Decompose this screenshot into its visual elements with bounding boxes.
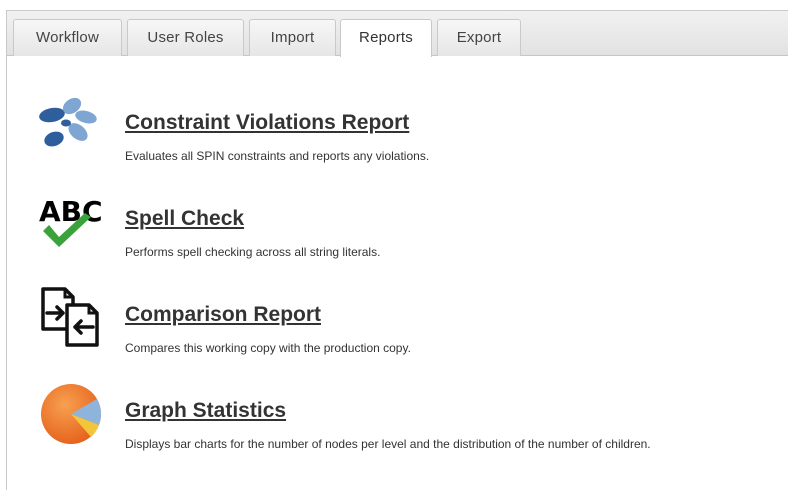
tab-workflow[interactable]: Workflow	[13, 19, 122, 56]
spell-check-description: Performs spell checking across all strin…	[125, 245, 381, 259]
tab-import[interactable]: Import	[249, 19, 336, 56]
compare-documents-icon[interactable]	[35, 283, 105, 349]
spell-check-link[interactable]: Spell Check	[125, 207, 244, 231]
constraint-violations-description: Evaluates all SPIN constraints and repor…	[125, 149, 430, 163]
tab-reports[interactable]: Reports	[340, 19, 432, 57]
constraint-violations-report-link[interactable]: Constraint Violations Report	[125, 111, 409, 135]
tab-bar: Workflow User Roles Import Reports Expor…	[7, 11, 788, 57]
graph-statistics-description: Displays bar charts for the number of no…	[125, 437, 651, 451]
comparison-report-link[interactable]: Comparison Report	[125, 303, 321, 327]
tab-export[interactable]: Export	[437, 19, 521, 56]
graph-statistics-link[interactable]: Graph Statistics	[125, 399, 286, 423]
pie-chart-icon[interactable]	[35, 381, 105, 447]
comparison-report-description: Compares this working copy with the prod…	[125, 341, 411, 355]
abc-icon-text: ABC	[39, 195, 103, 228]
spin-logo-icon[interactable]	[35, 91, 105, 157]
abc-checkmark-icon[interactable]: ABC	[35, 191, 105, 257]
reports-panel: Workflow User Roles Import Reports Expor…	[6, 10, 788, 490]
tab-user-roles[interactable]: User Roles	[127, 19, 244, 56]
